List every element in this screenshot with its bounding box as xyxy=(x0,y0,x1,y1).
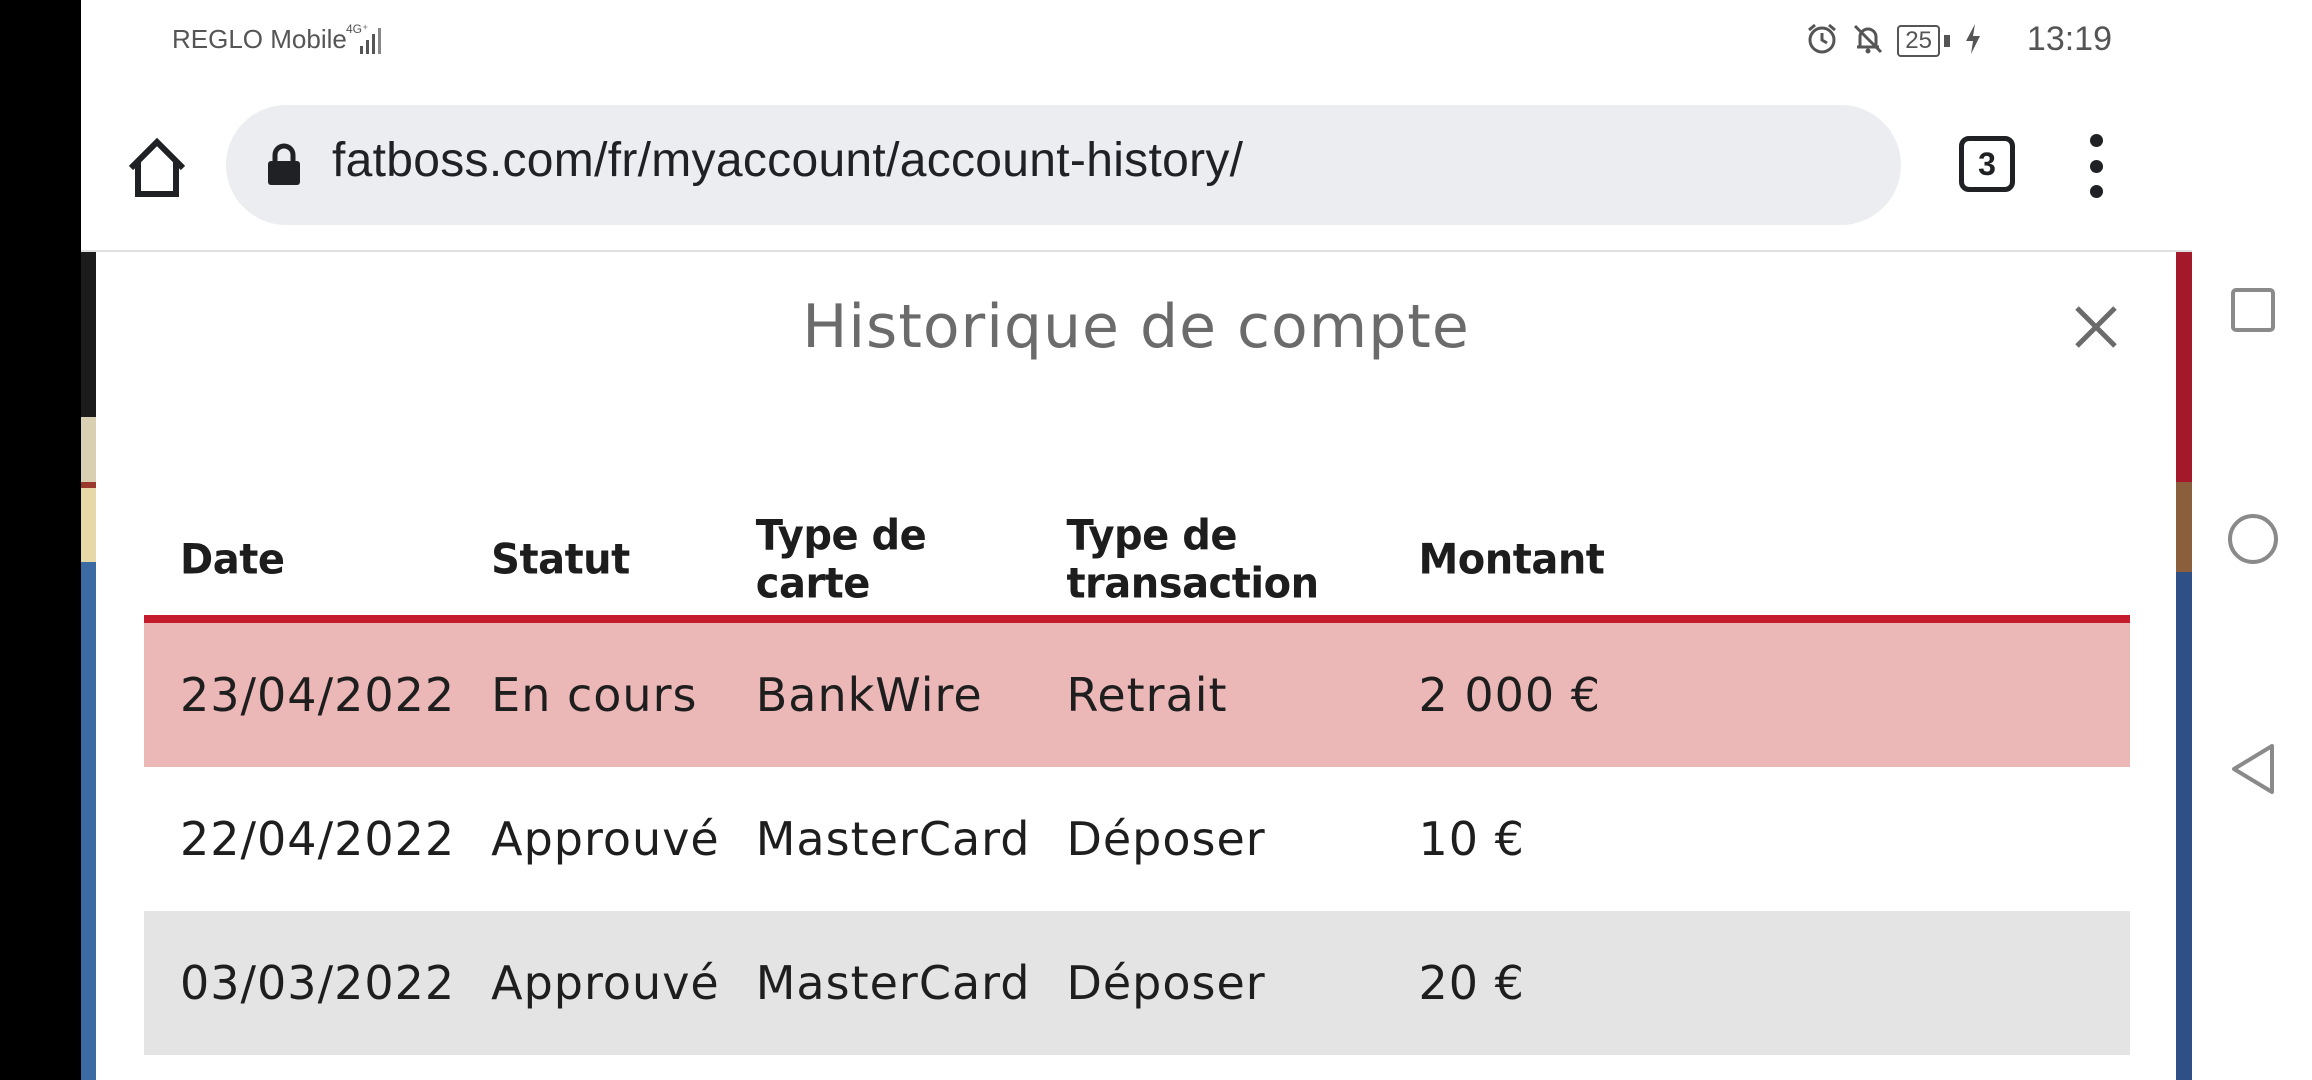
signal-icon: 4G⁺ xyxy=(346,22,386,60)
cell-transaction-type: Déposer xyxy=(1066,956,1266,1010)
url-text: fatboss.com/fr/myaccount/account-history… xyxy=(332,134,1244,187)
nav-square-icon[interactable] xyxy=(2226,283,2280,337)
alarm-icon xyxy=(1805,22,1839,60)
cell-card-type: MasterCard xyxy=(755,812,1031,866)
column-header-card-type[interactable]: Type de carte xyxy=(720,502,1031,622)
cell-card-type: MasterCard xyxy=(755,956,1031,1010)
close-icon xyxy=(2075,306,2117,348)
cell-card-type: BankWire xyxy=(755,668,983,722)
lock-icon xyxy=(266,143,302,191)
table-header-row: Date Statut Type de carte Type de transa… xyxy=(144,505,2130,619)
cell-transaction-type: Déposer xyxy=(1066,812,1266,866)
table-row: 03/03/2022 Approuvé MasterCard Déposer 2… xyxy=(144,911,2130,1055)
charging-icon xyxy=(1964,22,1982,60)
status-icons: 25 xyxy=(1805,22,1982,60)
modal-title: Historique de compte xyxy=(802,292,1470,362)
network-type: 4G⁺ xyxy=(346,22,368,36)
table-row: 22/04/2022 Approuvé MasterCard Déposer 1… xyxy=(144,767,2130,911)
history-table: Date Statut Type de carte Type de transa… xyxy=(144,505,2130,1055)
column-header-status[interactable]: Statut xyxy=(455,502,720,622)
page-behind-modal-left xyxy=(81,252,96,1080)
browser-toolbar: fatboss.com/fr/myaccount/account-history… xyxy=(81,84,2192,252)
cell-status: En cours xyxy=(491,668,698,722)
cell-date: 22/04/2022 xyxy=(180,812,456,866)
tabs-button[interactable]: 3 xyxy=(1959,136,2015,192)
bell-off-icon xyxy=(1851,22,1885,60)
account-history-modal: Historique de compte Date Statut Type de… xyxy=(96,252,2176,1080)
battery-icon: 25 xyxy=(1897,25,1952,57)
nav-circle-icon[interactable] xyxy=(2226,512,2280,566)
table-row: 23/04/2022 En cours BankWire Retrait 2 0… xyxy=(144,619,2130,767)
clock: 13:19 xyxy=(2026,20,2112,58)
column-header-date[interactable]: Date xyxy=(144,502,455,622)
cell-amount: 20 € xyxy=(1418,956,1525,1010)
close-button[interactable] xyxy=(2071,302,2121,352)
address-bar[interactable]: fatboss.com/fr/myaccount/account-history… xyxy=(226,105,1901,225)
cell-date: 03/03/2022 xyxy=(180,956,456,1010)
left-background xyxy=(0,0,81,1080)
cell-amount: 10 € xyxy=(1418,812,1525,866)
column-header-amount[interactable]: Montant xyxy=(1382,502,2130,622)
cell-amount: 2 000 € xyxy=(1418,668,1602,722)
cell-status: Approuvé xyxy=(491,956,720,1010)
carrier-name: REGLO Mobile xyxy=(172,24,347,54)
cell-date: 23/04/2022 xyxy=(180,668,456,722)
more-vert-icon[interactable] xyxy=(2081,134,2111,198)
cell-transaction-type: Retrait xyxy=(1066,668,1228,722)
home-icon xyxy=(128,137,186,197)
cell-status: Approuvé xyxy=(491,812,720,866)
nav-back-icon[interactable] xyxy=(2226,742,2280,796)
home-button[interactable] xyxy=(123,136,191,200)
status-bar: REGLO Mobile 4G⁺ 25 13:19 xyxy=(81,0,2192,84)
column-header-transaction-type[interactable]: Type de transaction xyxy=(1030,502,1382,622)
page-behind-modal-right xyxy=(2176,252,2192,1080)
battery-level: 25 xyxy=(1897,25,1940,57)
